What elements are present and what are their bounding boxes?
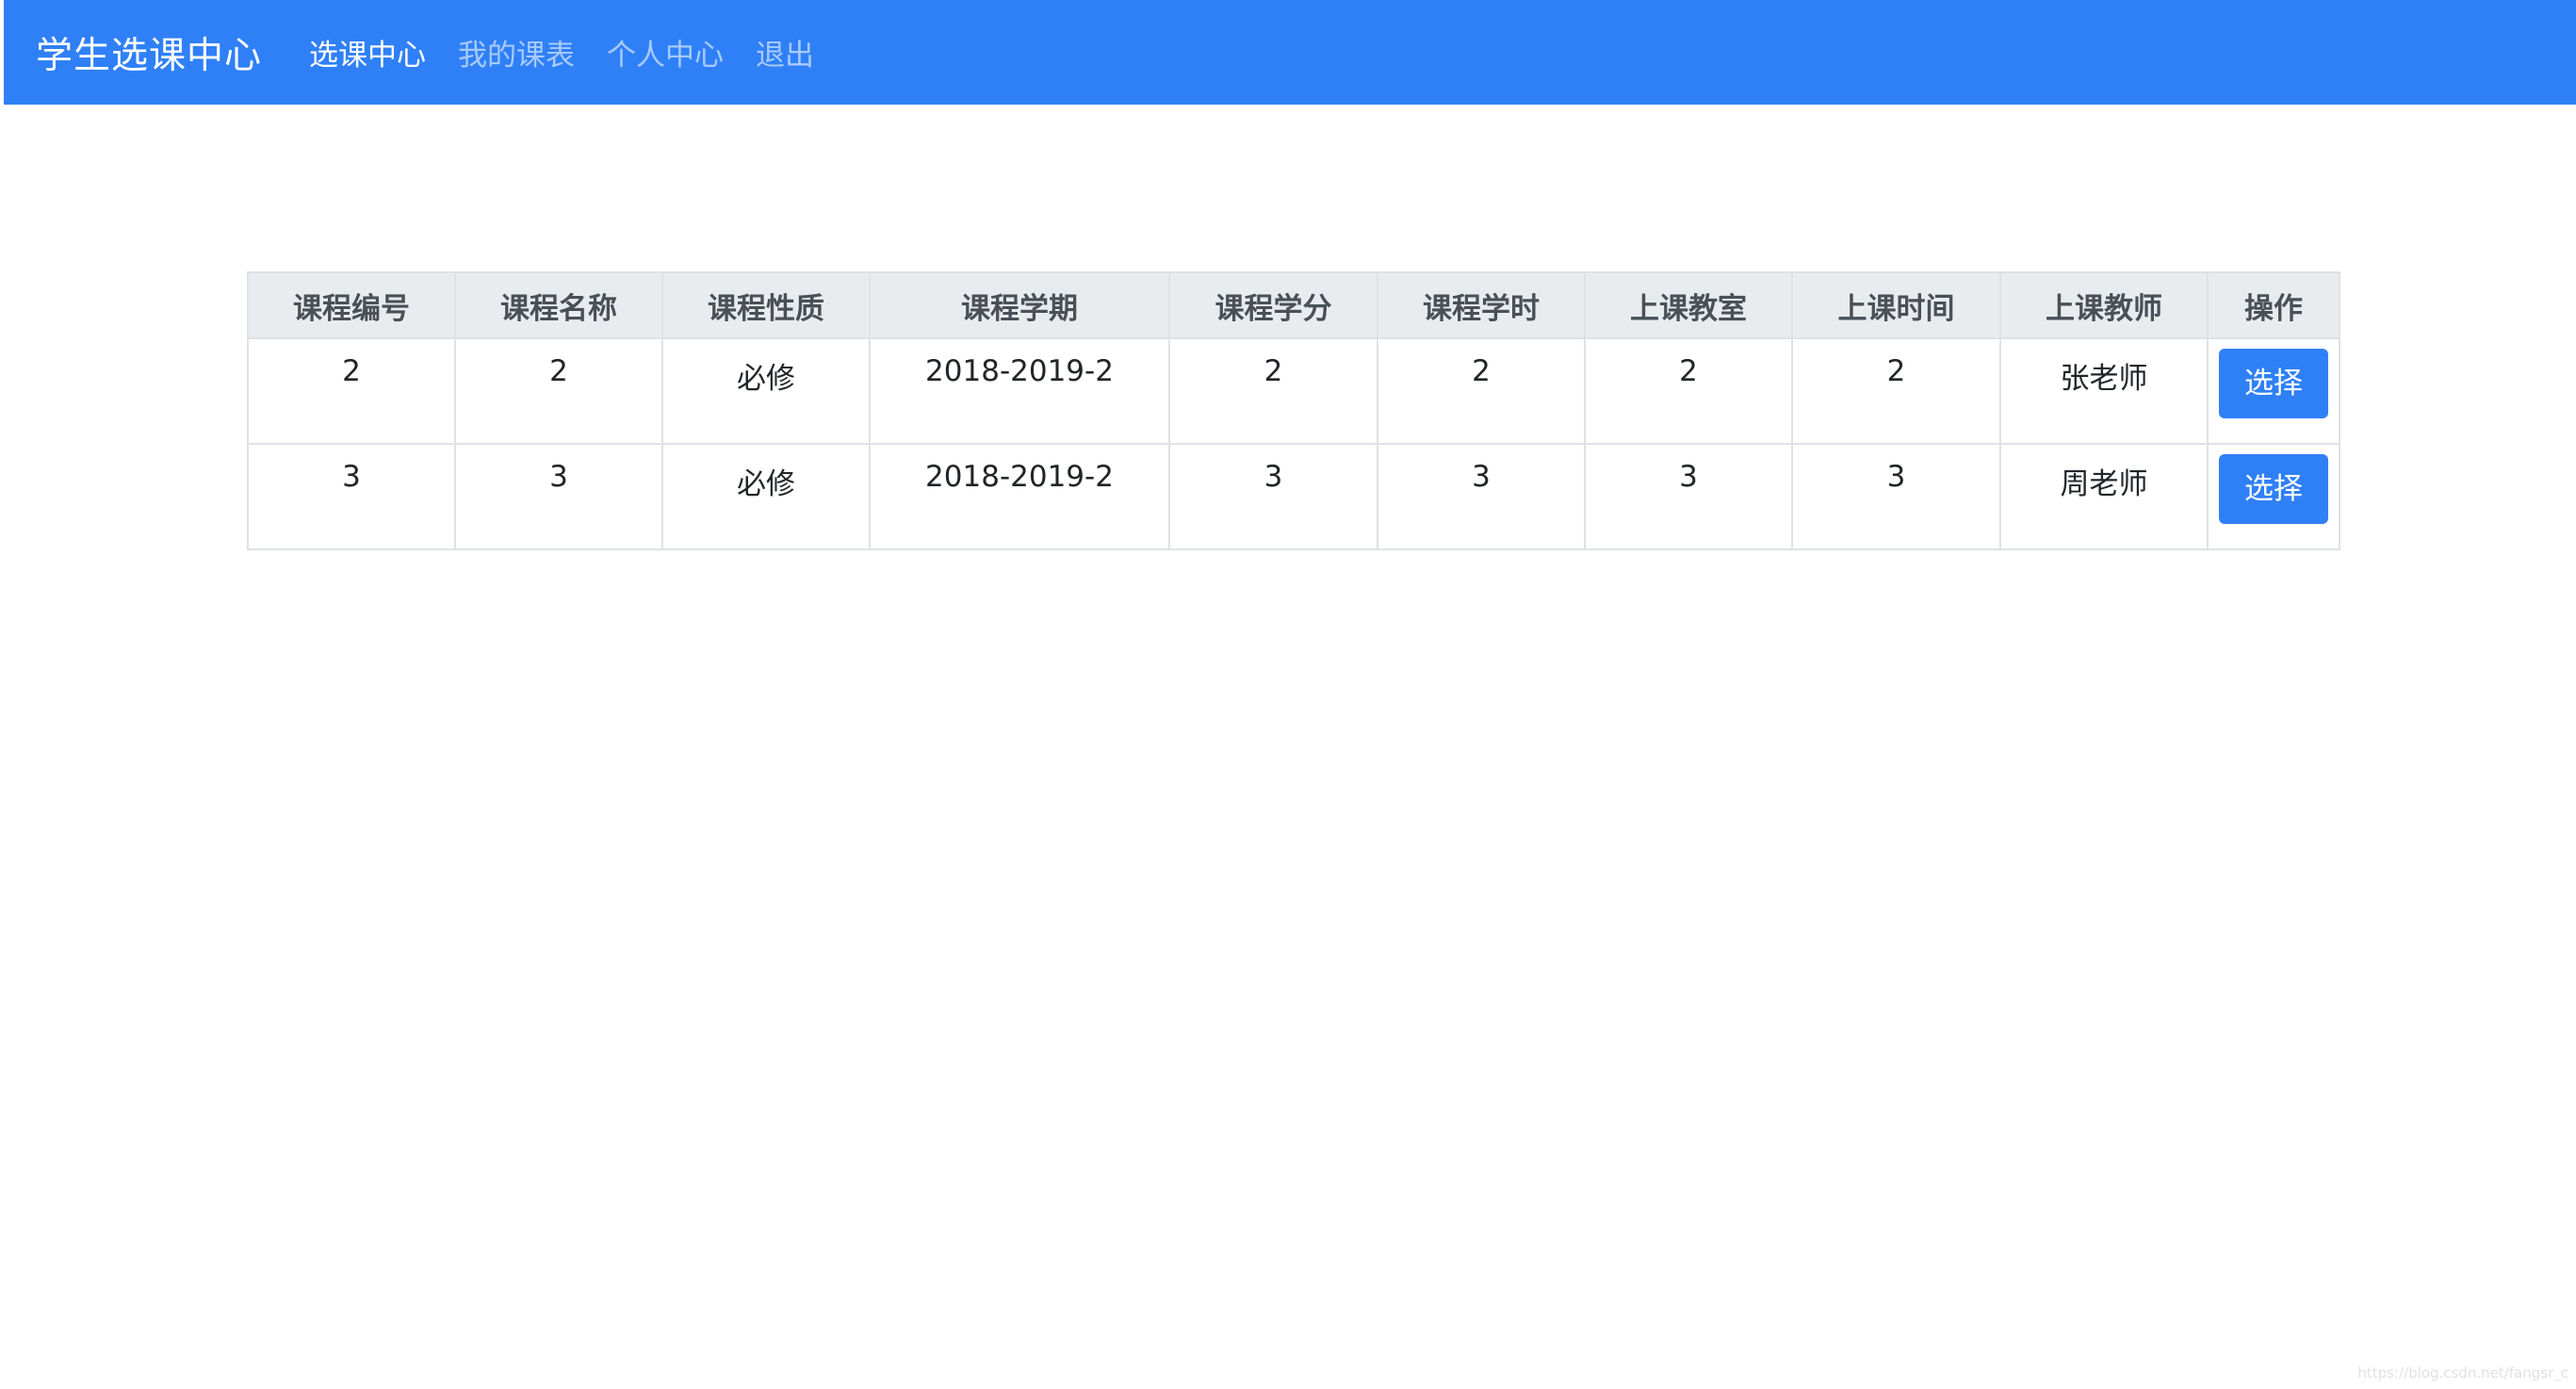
column-header-course-term: 课程学期 xyxy=(869,271,1170,339)
course-table-container: 课程编号 课程名称 课程性质 课程学期 课程学分 课程学时 上课教室 上课时间 … xyxy=(247,271,2340,550)
cell-class-time: 3 xyxy=(1791,443,2001,550)
table-header-row: 课程编号 课程名称 课程性质 课程学期 课程学分 课程学时 上课教室 上课时间 … xyxy=(247,271,2340,339)
top-navbar: 学生选课中心 选课中心 我的课表 个人中心 退出 xyxy=(4,0,2576,105)
nav-link-personal-center[interactable]: 个人中心 xyxy=(607,31,724,74)
cell-course-id: 3 xyxy=(247,443,456,550)
column-header-course-name: 课程名称 xyxy=(454,271,663,339)
nav-link-course-center[interactable]: 选课中心 xyxy=(309,31,426,74)
cell-course-id: 2 xyxy=(247,337,456,445)
column-header-course-id: 课程编号 xyxy=(247,271,456,339)
cell-course-credit: 2 xyxy=(1168,337,1378,445)
cell-course-credit: 3 xyxy=(1168,443,1378,550)
column-header-action: 操作 xyxy=(2207,271,2340,339)
column-header-class-time: 上课时间 xyxy=(1791,271,2001,339)
cell-action: 选择 xyxy=(2207,337,2340,445)
cell-classroom: 3 xyxy=(1584,443,1793,550)
column-header-course-hours: 课程学时 xyxy=(1377,271,1586,339)
cell-course-term: 2018-2019-2 xyxy=(869,443,1170,550)
column-header-teacher: 上课教师 xyxy=(1999,271,2209,339)
table-row: 3 3 必修 2018-2019-2 3 3 3 3 周老师 选择 xyxy=(247,443,2340,550)
cell-class-time: 2 xyxy=(1791,337,2001,445)
watermark-text: https://blog.csdn.net/fangsr_c xyxy=(2357,1364,2568,1381)
nav-link-my-schedule[interactable]: 我的课表 xyxy=(458,31,575,74)
cell-course-term: 2018-2019-2 xyxy=(869,337,1170,445)
cell-teacher: 张老师 xyxy=(1999,337,2209,445)
cell-course-hours: 3 xyxy=(1377,443,1586,550)
cell-course-name: 2 xyxy=(454,337,663,445)
column-header-course-nature: 课程性质 xyxy=(661,271,871,339)
select-course-button[interactable]: 选择 xyxy=(2219,349,2328,418)
cell-classroom: 2 xyxy=(1584,337,1793,445)
course-table: 课程编号 课程名称 课程性质 课程学期 课程学分 课程学时 上课教室 上课时间 … xyxy=(247,271,2340,550)
cell-course-nature: 必修 xyxy=(661,337,871,445)
column-header-course-credit: 课程学分 xyxy=(1168,271,1378,339)
cell-teacher: 周老师 xyxy=(1999,443,2209,550)
nav-link-logout[interactable]: 退出 xyxy=(756,31,814,74)
brand-title[interactable]: 学生选课中心 xyxy=(36,26,262,79)
cell-course-nature: 必修 xyxy=(661,443,871,550)
cell-action: 选择 xyxy=(2207,443,2340,550)
cell-course-name: 3 xyxy=(454,443,663,550)
table-row: 2 2 必修 2018-2019-2 2 2 2 2 张老师 选择 xyxy=(247,337,2340,445)
select-course-button[interactable]: 选择 xyxy=(2219,454,2328,524)
column-header-classroom: 上课教室 xyxy=(1584,271,1793,339)
cell-course-hours: 2 xyxy=(1377,337,1586,445)
